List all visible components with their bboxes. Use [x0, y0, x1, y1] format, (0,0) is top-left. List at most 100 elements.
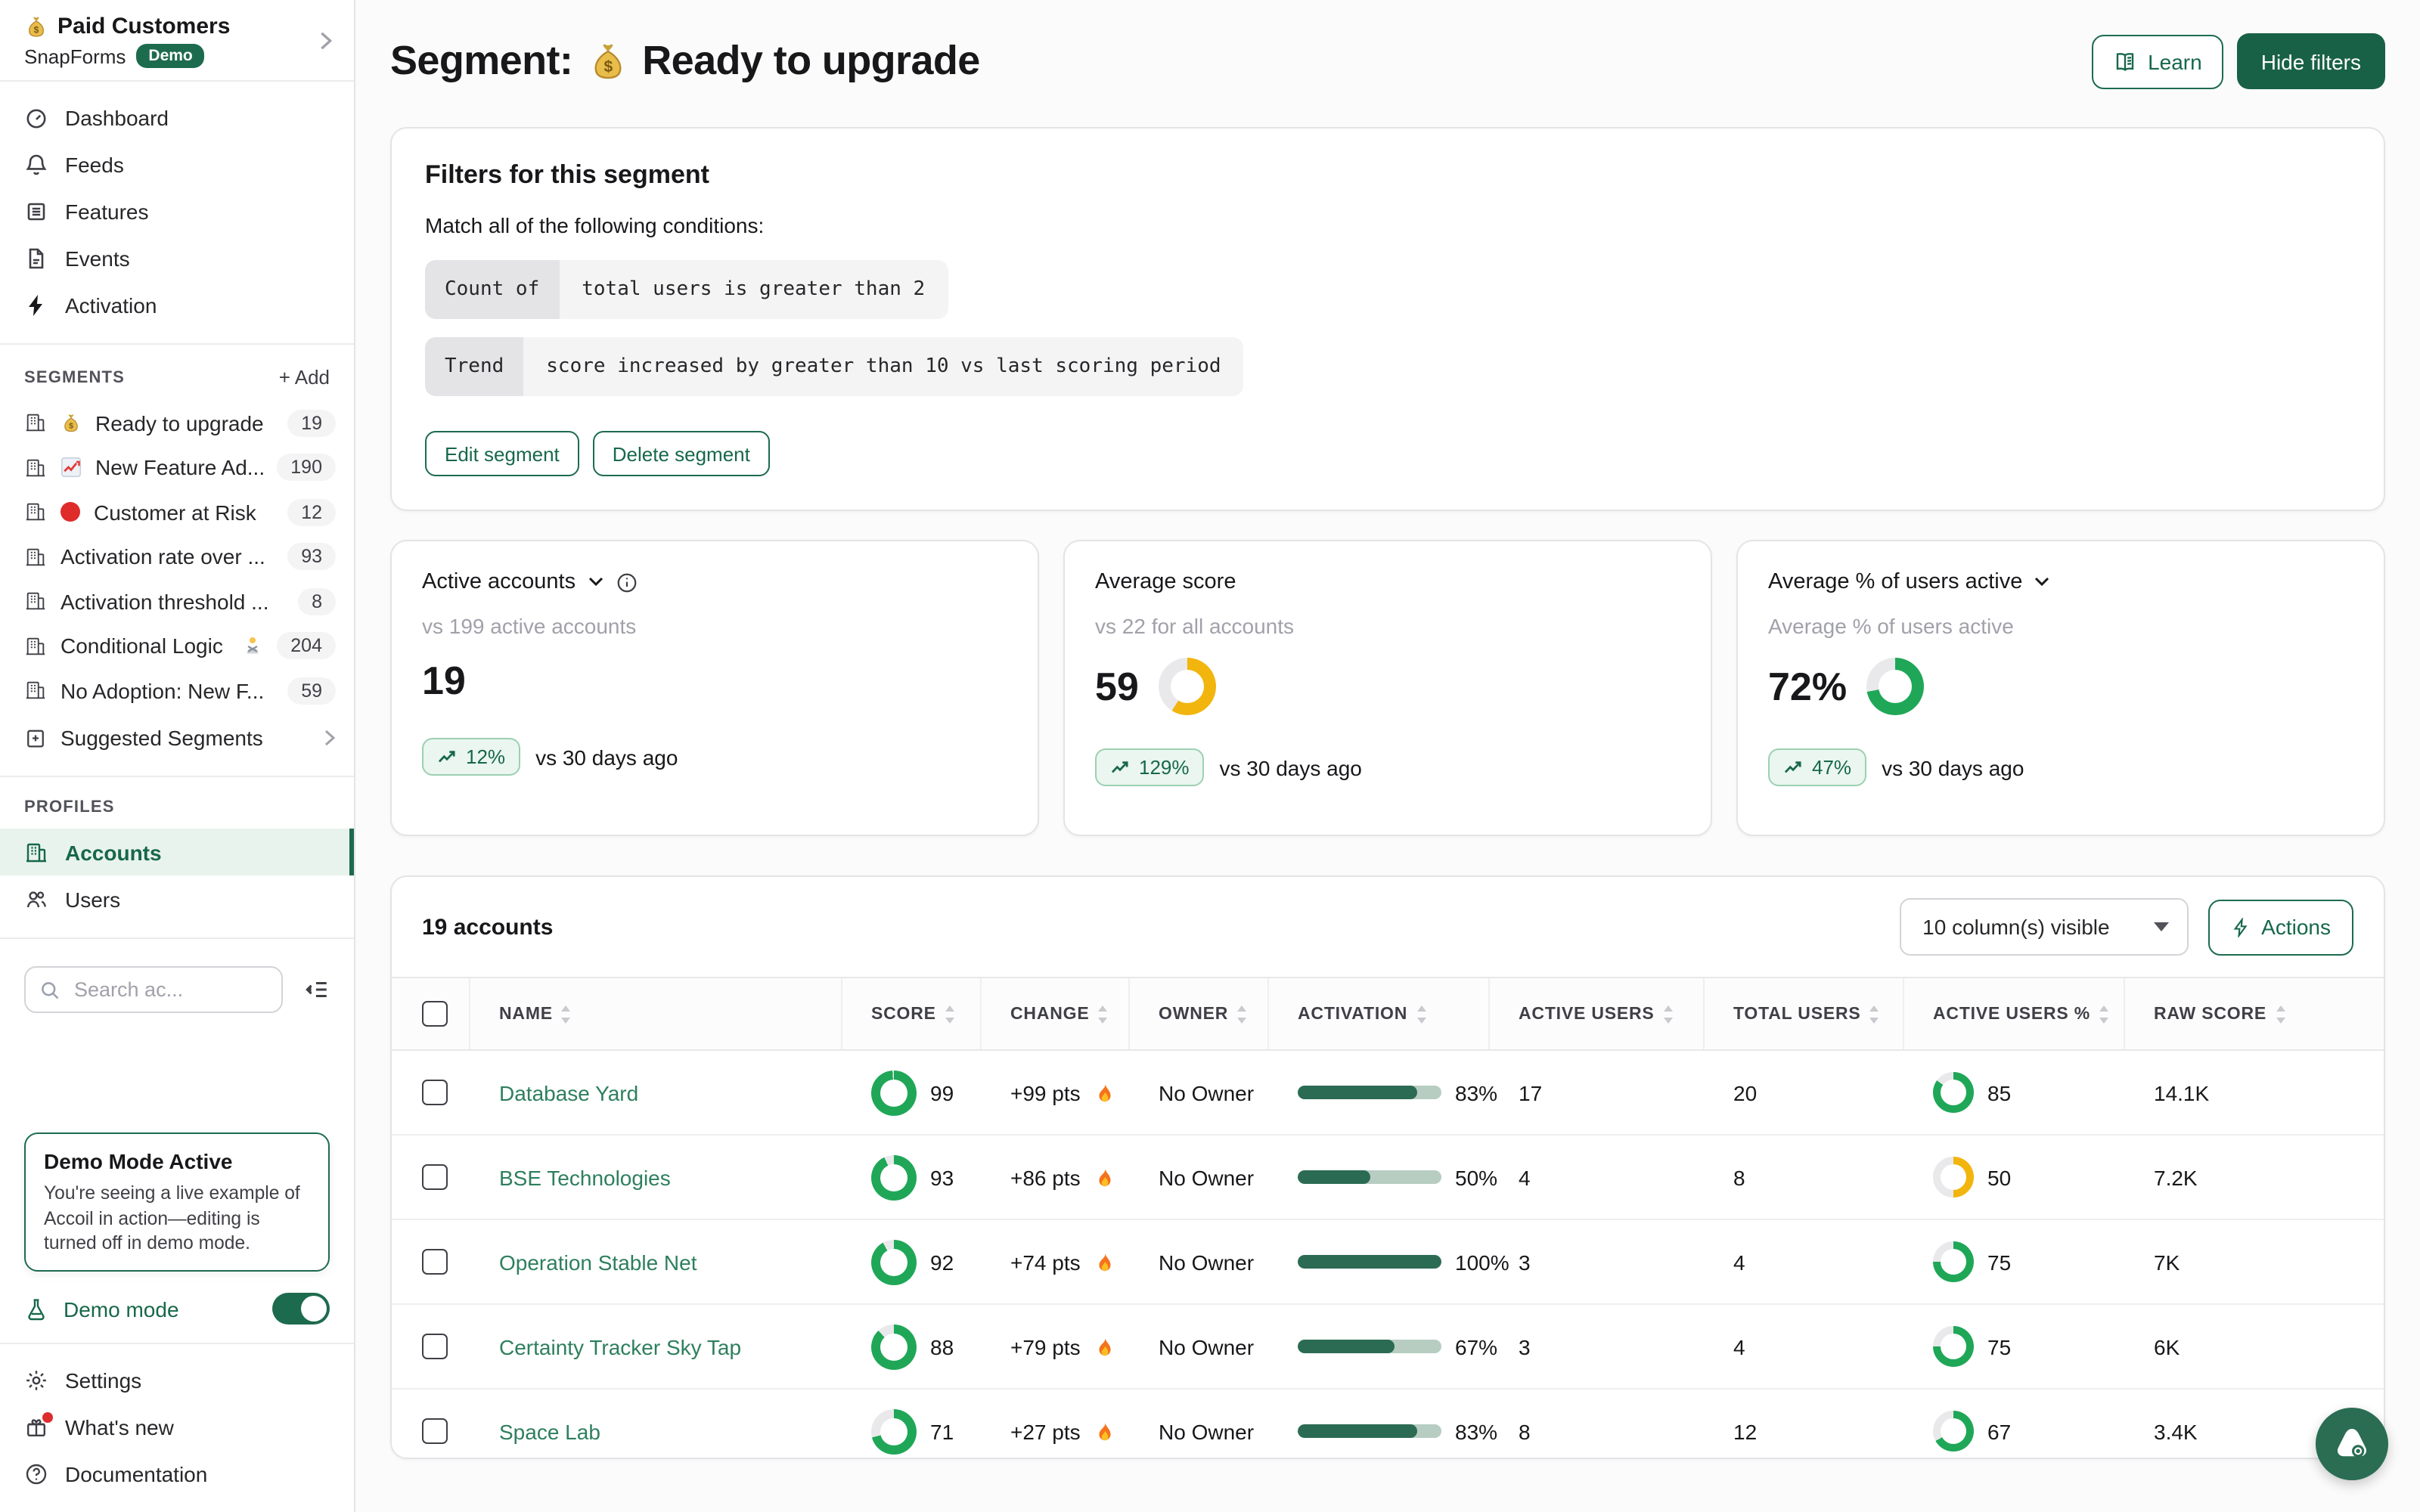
delete-segment-button[interactable]: Delete segment — [593, 431, 770, 476]
help-fab-button[interactable] — [2316, 1408, 2388, 1480]
sidebar-item-users[interactable]: Users — [0, 875, 354, 922]
column-header-active-users-pct[interactable]: ACTIVE USERS % — [1904, 978, 2125, 1049]
segment-count: 190 — [277, 454, 336, 482]
sidebar-item-settings[interactable]: Settings — [0, 1356, 354, 1403]
edit-segment-button[interactable]: Edit segment — [425, 431, 579, 476]
money-bag-icon: $ — [60, 413, 82, 434]
bell-icon — [24, 152, 48, 176]
sidebar-item-dashboard[interactable]: Dashboard — [0, 94, 354, 141]
sidebar-item-label: Feeds — [65, 152, 124, 176]
demo-mode-toggle[interactable] — [272, 1293, 330, 1325]
sidebar-item-documentation[interactable]: Documentation — [0, 1450, 354, 1497]
segment-label: Conditional Logic — [60, 634, 228, 658]
users-icon — [24, 887, 48, 911]
stat-value: 59 — [1095, 663, 1139, 710]
collapse-sidebar-icon[interactable] — [304, 977, 330, 1002]
hide-filters-button[interactable]: Hide filters — [2237, 33, 2385, 89]
sidebar-item-features[interactable]: Features — [0, 187, 354, 234]
svg-text:$: $ — [34, 23, 39, 34]
row-checkbox[interactable] — [422, 1080, 448, 1105]
score-value: 92 — [930, 1250, 954, 1274]
actions-button[interactable]: Actions — [2208, 899, 2353, 955]
sidebar-item-label: Events — [65, 246, 130, 270]
column-header-name[interactable]: NAME — [470, 978, 842, 1049]
info-icon[interactable] — [615, 571, 638, 593]
segments-list: $ Ready to upgrade 19 New Feature Ad... … — [0, 401, 354, 761]
accoil-logo-icon — [2329, 1421, 2375, 1467]
row-checkbox[interactable] — [422, 1249, 448, 1275]
account-link[interactable]: Space Lab — [499, 1419, 600, 1443]
column-header-change[interactable]: CHANGE — [982, 978, 1130, 1049]
chart-increasing-icon — [60, 457, 82, 479]
segment-label: No Adoption: New F... — [60, 679, 274, 703]
owner-value: No Owner — [1130, 1165, 1269, 1189]
suggested-segments-label: Suggested Segments — [60, 727, 310, 751]
table-row: Operation Stable Net 92 +74 pts No Owner… — [392, 1220, 2384, 1305]
segment-item-ready-to-upgrade[interactable]: $ Ready to upgrade 19 — [0, 401, 354, 445]
score-donut — [871, 1070, 917, 1115]
sidebar-item-label: Accounts — [65, 840, 162, 864]
sidebar-item-events[interactable]: Events — [0, 234, 354, 281]
search-input[interactable] — [71, 977, 213, 1002]
columns-visible-dropdown[interactable]: 10 column(s) visible — [1900, 898, 2189, 956]
score-donut — [871, 1154, 917, 1200]
segment-label: Activation rate over ... — [60, 545, 274, 569]
segment-item-activation-threshold[interactable]: Activation threshold ... 8 — [0, 579, 354, 624]
add-segment-button[interactable]: + Add — [279, 366, 330, 389]
learn-label: Learn — [2148, 49, 2202, 73]
sort-icon — [560, 1005, 572, 1023]
segment-count: 204 — [277, 633, 336, 660]
suggested-segments[interactable]: Suggested Segments — [0, 716, 354, 761]
score-donut — [871, 1408, 917, 1454]
building-icon — [24, 501, 47, 524]
row-checkbox[interactable] — [422, 1334, 448, 1359]
hide-filters-label: Hide filters — [2261, 49, 2361, 73]
demo-notice-body: You're seeing a live example of Accoil i… — [44, 1182, 310, 1255]
chevron-down-icon[interactable] — [2033, 576, 2051, 588]
column-header-raw-score[interactable]: RAW SCORE — [2125, 978, 2385, 1049]
search-box[interactable] — [24, 966, 283, 1013]
account-link[interactable]: BSE Technologies — [499, 1165, 671, 1189]
fire-icon — [1094, 1166, 1117, 1188]
column-header-activation[interactable]: ACTIVATION — [1269, 978, 1490, 1049]
sidebar-item-whats-new[interactable]: What's new — [0, 1403, 354, 1450]
column-header-score[interactable]: SCORE — [842, 978, 982, 1049]
segment-item-no-adoption[interactable]: No Adoption: New F... 59 — [0, 668, 354, 713]
filter-condition: Trend score increased by greater than 10… — [425, 337, 1244, 396]
page-title-prefix: Segment: — [390, 38, 572, 85]
column-header-active-users[interactable]: ACTIVE USERS — [1490, 978, 1705, 1049]
segment-item-customer-at-risk[interactable]: Customer at Risk 12 — [0, 490, 354, 534]
segment-item-activation-rate[interactable]: Activation rate over ... 93 — [0, 534, 354, 579]
table-row: Database Yard 99 +99 pts No Owner 83% 17… — [392, 1051, 2384, 1136]
sidebar-item-label: Settings — [65, 1368, 141, 1392]
sidebar-item-label: What's new — [65, 1414, 174, 1439]
column-header-owner[interactable]: OWNER — [1130, 978, 1269, 1049]
filter-condition: Count of total users is greater than 2 — [425, 260, 948, 319]
segments-title: SEGMENTS — [24, 368, 125, 386]
segment-item-conditional-logic[interactable]: Conditional Logic 204 — [0, 624, 354, 668]
chevron-down-icon[interactable] — [586, 576, 604, 588]
active-users-value: 4 — [1490, 1165, 1705, 1189]
account-link[interactable]: Operation Stable Net — [499, 1250, 697, 1274]
total-users-value: 20 — [1705, 1080, 1904, 1105]
active-users-value: 3 — [1490, 1250, 1705, 1274]
sidebar-item-accounts[interactable]: Accounts — [0, 829, 354, 875]
row-checkbox[interactable] — [422, 1418, 448, 1444]
book-icon — [2113, 49, 2137, 73]
row-checkbox[interactable] — [422, 1164, 448, 1190]
column-header-total-users[interactable]: TOTAL USERS — [1705, 978, 1904, 1049]
sidebar-item-feeds[interactable]: Feeds — [0, 141, 354, 187]
workspace-switcher[interactable]: $ Paid Customers SnapForms Demo — [0, 0, 354, 82]
page-title-segment-name: Ready to upgrade — [642, 38, 980, 85]
segment-item-new-feature[interactable]: New Feature Ad... 190 — [0, 445, 354, 490]
account-link[interactable]: Certainty Tracker Sky Tap — [499, 1334, 741, 1359]
sort-icon — [2274, 1005, 2286, 1023]
table-header-row: NAME SCORE CHANGE OWNER ACTIVATION ACTIV… — [392, 977, 2384, 1051]
lightning-icon — [24, 293, 48, 317]
select-all-checkbox[interactable] — [422, 1001, 448, 1027]
account-link[interactable]: Database Yard — [499, 1080, 638, 1105]
sidebar-item-activation[interactable]: Activation — [0, 281, 354, 328]
table-row: Certainty Tracker Sky Tap 88 +79 pts No … — [392, 1305, 2384, 1390]
workspace-name: Paid Customers — [57, 14, 230, 39]
learn-button[interactable]: Learn — [2092, 34, 2223, 88]
